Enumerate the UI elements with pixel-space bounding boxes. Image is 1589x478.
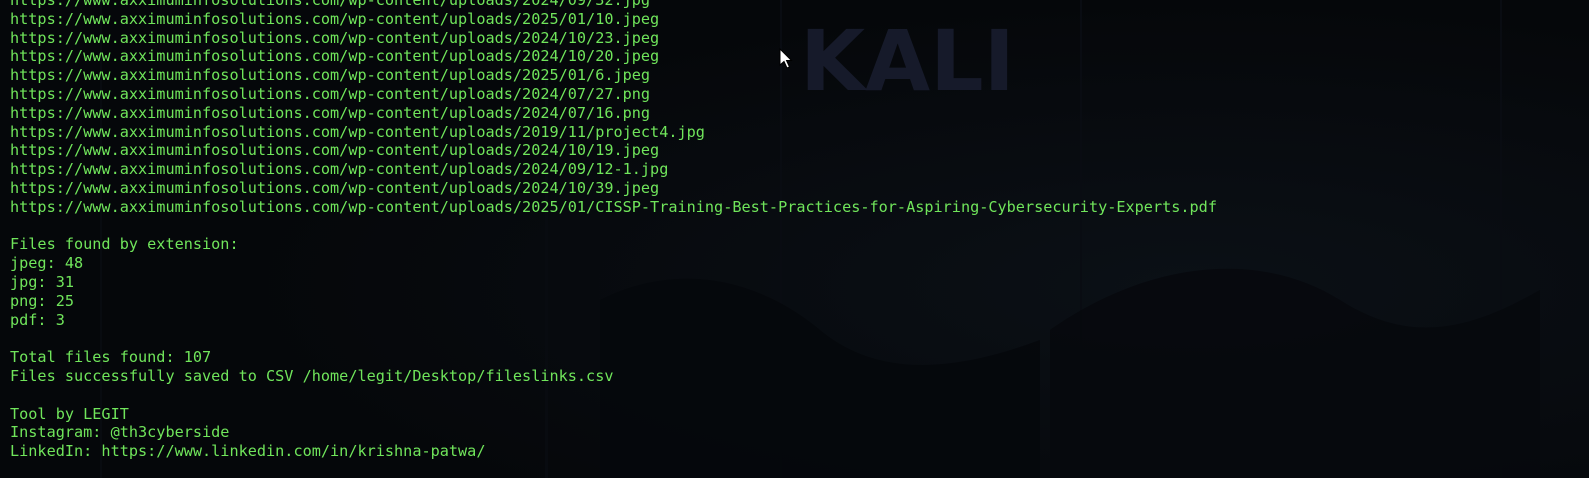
output-line: jpeg: 48 [10,254,84,273]
output-line: https://www.axximuminfosolutions.com/wp-… [10,66,651,85]
terminal-window[interactable]: KALI https://www.axximuminfosolutions.co… [0,0,1589,478]
output-line: https://www.axximuminfosolutions.com/wp-… [10,178,660,197]
output-line: https://www.axximuminfosolutions.com/wp-… [10,84,651,103]
output-line: Tool by LEGIT [10,404,129,423]
output-line: https://www.axximuminfosolutions.com/wp-… [10,9,660,28]
output-line: https://www.axximuminfosolutions.com/wp-… [10,160,669,179]
terminal-output[interactable]: https://www.axximuminfosolutions.com/wp-… [10,0,1217,461]
output-line: LinkedIn: https://www.linkedin.com/in/kr… [10,442,486,461]
output-line: Total files found: 107 [10,348,212,367]
output-line: pdf: 3 [10,310,65,329]
output-line: Files successfully saved to CSV /home/le… [10,366,614,385]
output-line: https://www.axximuminfosolutions.com/wp-… [10,0,651,9]
output-line: https://www.axximuminfosolutions.com/wp-… [10,103,651,122]
output-line: Instagram: @th3cyberside [10,423,230,442]
output-line: png: 25 [10,291,75,310]
mouse-pointer-icon [779,48,793,69]
output-line: https://www.axximuminfosolutions.com/wp-… [10,122,705,141]
output-line: Files found by extension: [10,235,239,254]
output-line: jpg: 31 [10,272,75,291]
output-line: https://www.axximuminfosolutions.com/wp-… [10,141,660,160]
output-line: https://www.axximuminfosolutions.com/wp-… [10,47,660,66]
output-line: https://www.axximuminfosolutions.com/wp-… [10,28,660,47]
output-line: https://www.axximuminfosolutions.com/wp-… [10,197,1217,216]
